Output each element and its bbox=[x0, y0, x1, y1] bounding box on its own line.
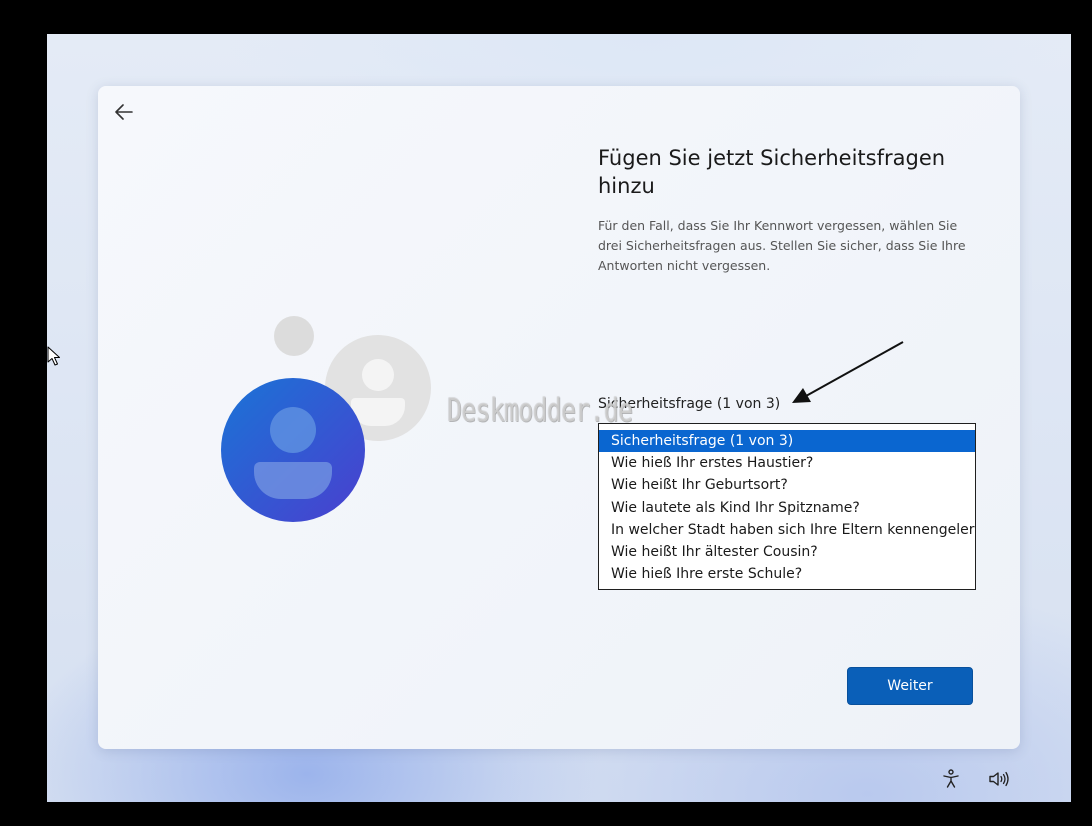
blue-user-head bbox=[270, 407, 316, 453]
oobe-screen: Fügen Sie jetzt Sicherheitsfragen hinzu … bbox=[47, 34, 1071, 802]
dropdown-option[interactable]: Wie heißt Ihr Geburtsort? bbox=[599, 474, 975, 496]
dropdown-option[interactable]: Wie hieß Ihr erstes Haustier? bbox=[599, 452, 975, 474]
back-arrow-icon bbox=[115, 104, 133, 120]
blue-user-body bbox=[254, 462, 332, 499]
page-title: Fügen Sie jetzt Sicherheitsfragen hinzu bbox=[598, 146, 946, 198]
small-gray-circle bbox=[274, 316, 314, 356]
dropdown-option[interactable]: Wie hieß Ihre erste Schule? bbox=[599, 563, 975, 585]
security-question-label: Sicherheitsfrage (1 von 3) bbox=[598, 396, 781, 412]
back-button[interactable] bbox=[110, 98, 138, 126]
volume-icon bbox=[989, 771, 1009, 787]
security-question-dropdown[interactable]: Sicherheitsfrage (1 von 3) Wie hieß Ihr … bbox=[598, 423, 976, 590]
gray-user-head bbox=[362, 359, 394, 391]
user-accounts-illustration bbox=[221, 316, 431, 522]
dropdown-option[interactable]: Wie heißt Ihr ältester Cousin? bbox=[599, 541, 975, 563]
volume-button[interactable] bbox=[987, 767, 1011, 791]
page-description: Für den Fall, dass Sie Ihr Kennwort verg… bbox=[598, 218, 966, 273]
dropdown-option[interactable]: Wie lautete als Kind Ihr Spitzname? bbox=[599, 497, 975, 519]
accessibility-icon bbox=[943, 769, 959, 788]
dropdown-option[interactable]: In welcher Stadt haben sich Ihre Eltern … bbox=[599, 519, 975, 541]
mouse-cursor-icon bbox=[47, 346, 60, 366]
dropdown-option[interactable]: Sicherheitsfrage (1 von 3) bbox=[599, 430, 975, 453]
accessibility-button[interactable] bbox=[939, 767, 963, 791]
setup-card: Fügen Sie jetzt Sicherheitsfragen hinzu … bbox=[98, 86, 1020, 749]
next-button[interactable]: Weiter bbox=[847, 667, 973, 705]
